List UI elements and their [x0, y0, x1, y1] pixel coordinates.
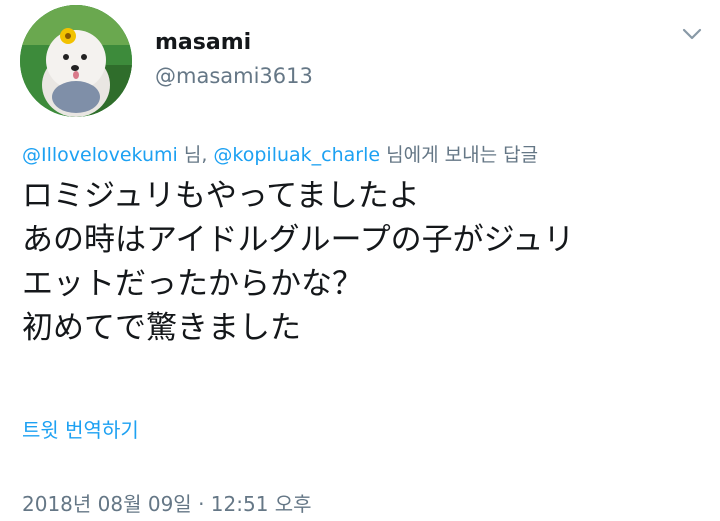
reply-context: @Illovelovekumi 님, @kopiluak_charle 님에게 …	[22, 140, 538, 167]
user-handle[interactable]: @masami3613	[155, 64, 313, 88]
tweet-timestamp: 2018년 08월 09일 · 12:51 오후	[22, 492, 312, 516]
tweet-text: ロミジュリもやってましたよ あの時はアイドルグループの子がジュリ エットだったか…	[22, 174, 702, 350]
display-name[interactable]: masami	[155, 30, 251, 55]
tweet-text-line: 初めてで驚きました	[22, 310, 301, 346]
avatar[interactable]	[20, 5, 132, 117]
tweet-text-line: エットだったからかな？	[22, 266, 363, 302]
mention-link[interactable]: @Illovelovekumi	[22, 144, 178, 166]
tweet-text-line: ロミジュリもやってましたよ	[22, 178, 420, 214]
mention-link[interactable]: @kopiluak_charle	[213, 144, 380, 166]
translate-tweet-link[interactable]: 트윗 번역하기	[22, 414, 139, 443]
reply-separator: 님,	[177, 144, 214, 166]
reply-suffix: 님에게 보내는 답글	[380, 144, 539, 166]
chevron-down-icon[interactable]	[680, 22, 704, 46]
avatar-image	[20, 5, 132, 117]
tweet-text-line: あの時はアイドルグループの子がジュリ	[22, 222, 575, 258]
